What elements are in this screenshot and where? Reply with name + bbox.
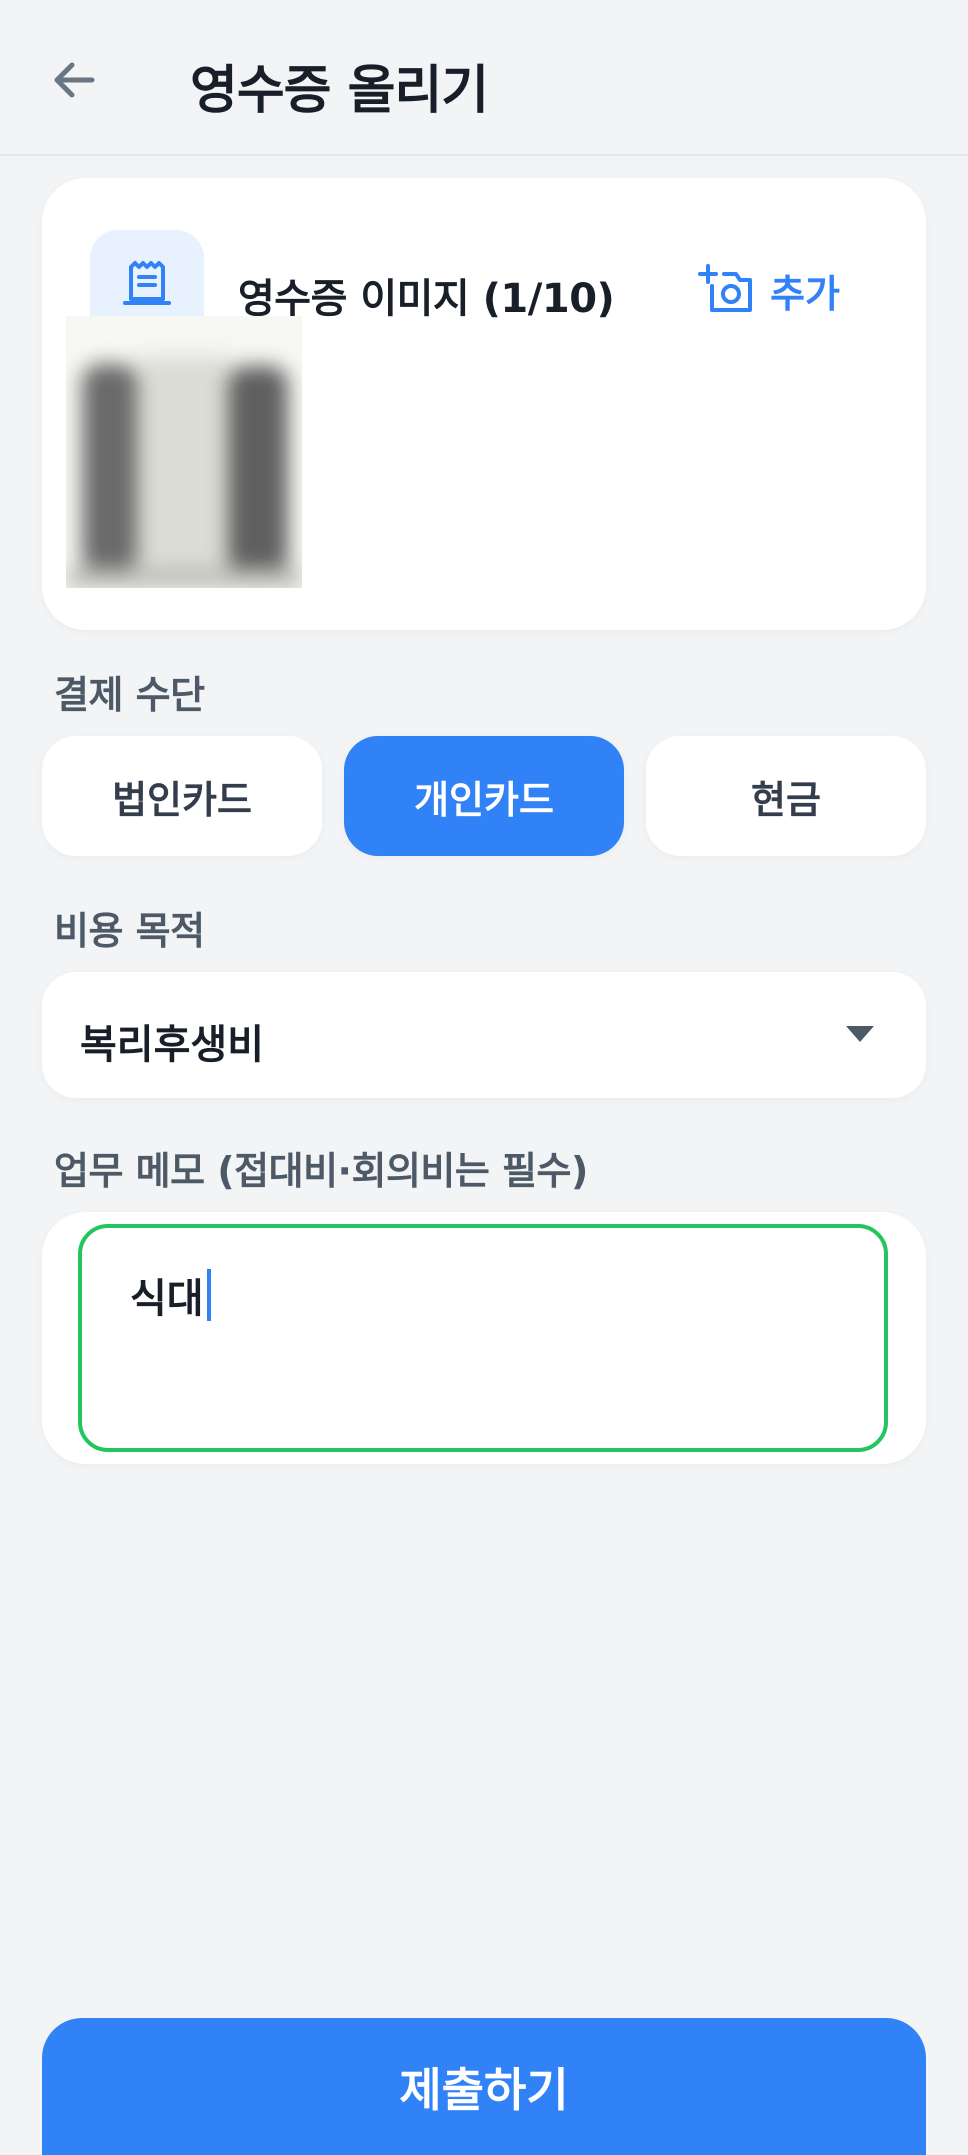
back-button[interactable]	[40, 46, 108, 114]
expense-purpose-label: 비용 목적	[54, 909, 205, 953]
page-title: 영수증 올리기	[190, 61, 489, 121]
top-app-bar: 영수증 올리기	[0, 0, 968, 156]
memo-textarea[interactable]: 식대	[78, 1224, 888, 1452]
payment-option-corporate-card[interactable]: 법인카드	[42, 736, 322, 856]
memo-text-container: 식대	[130, 1266, 211, 1324]
payment-option-personal-card[interactable]: 개인카드	[344, 736, 624, 856]
camera-plus-icon	[698, 264, 753, 312]
add-image-button[interactable]: 추가	[698, 262, 840, 318]
receipt-upload-page: 영수증 올리기 영수증 이미지 (1/10) 추가 결제 수단 법인카드 개인카…	[0, 0, 968, 2155]
thumbnail-blurred-image	[66, 316, 302, 588]
text-cursor	[206, 1269, 211, 1321]
expense-purpose-value: 복리후생비	[80, 1022, 264, 1068]
submit-button[interactable]: 제출하기	[42, 2018, 926, 2155]
memo-value: 식대	[130, 1276, 204, 1322]
caret-down-icon	[846, 1026, 874, 1042]
payment-method-label: 결제 수단	[54, 673, 205, 717]
add-image-label: 추가	[770, 271, 840, 316]
expense-purpose-select[interactable]: 복리후생비	[42, 972, 926, 1098]
memo-label: 업무 메모 (접대비·회의비는 필수)	[54, 1149, 588, 1193]
receipt-thumbnail[interactable]	[66, 316, 302, 588]
memo-card: 식대	[42, 1212, 926, 1464]
arrow-left-icon	[54, 62, 95, 98]
receipt-image-card: 영수증 이미지 (1/10) 추가	[42, 178, 926, 630]
payment-option-cash[interactable]: 현금	[646, 736, 926, 856]
receipt-icon	[123, 261, 171, 305]
